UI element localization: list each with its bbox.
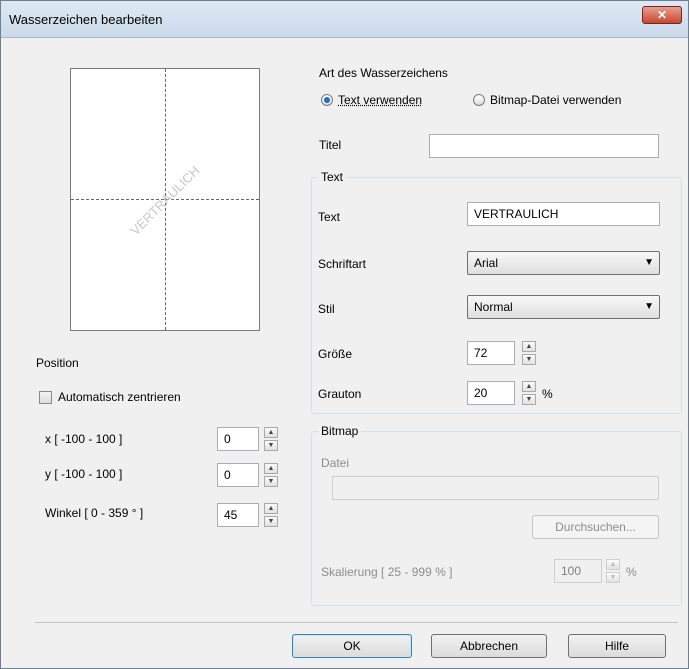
gray-label: Grauton <box>318 387 362 401</box>
angle-spinner[interactable]: ▲ ▼ <box>264 503 278 527</box>
radio-use-text[interactable] <box>321 94 333 106</box>
auto-center-label[interactable]: Automatisch zentrieren <box>58 390 181 404</box>
spin-up-icon[interactable]: ▲ <box>522 381 536 392</box>
position-heading: Position <box>36 356 79 370</box>
y-spinner[interactable]: ▲ ▼ <box>264 463 278 487</box>
spin-down-icon[interactable]: ▼ <box>264 516 278 527</box>
font-select[interactable]: Arial ▼ <box>467 251 660 275</box>
font-select-value: Arial <box>474 256 499 270</box>
window-title: Wasserzeichen bearbeiten <box>9 12 163 27</box>
scale-label: Skalierung [ 25 - 999 % ] <box>321 565 453 579</box>
watermark-type-heading: Art des Wasserzeichens <box>319 66 448 80</box>
file-label: Datei <box>321 456 350 470</box>
cancel-button[interactable]: Abbrechen <box>431 634 547 658</box>
spin-down-icon[interactable]: ▼ <box>264 476 278 487</box>
spin-down-icon[interactable]: ▼ <box>522 354 536 365</box>
title-label: Titel <box>319 138 342 152</box>
close-icon: ✕ <box>656 8 668 22</box>
dropdown-arrow-icon: ▼ <box>644 257 654 268</box>
spin-up-icon[interactable]: ▲ <box>264 503 278 514</box>
radio-use-bitmap-label[interactable]: Bitmap-Datei verwenden <box>490 93 621 107</box>
text-input[interactable]: VERTRAULICH <box>467 202 660 226</box>
radio-use-bitmap[interactable] <box>473 94 485 106</box>
scale-spinner[interactable]: ▲ ▼ <box>606 559 620 583</box>
text-group-legend: Text <box>318 170 347 184</box>
watermark-preview: VERTRAULICH <box>70 68 260 331</box>
y-label: y [ -100 - 100 ] <box>45 467 123 481</box>
title-bar: Wasserzeichen bearbeiten ✕ <box>1 1 688 38</box>
spin-up-icon[interactable]: ▲ <box>264 463 278 474</box>
style-select[interactable]: Normal ▼ <box>467 295 660 319</box>
gray-spinner[interactable]: ▲ ▼ <box>522 381 536 405</box>
spin-down-icon[interactable]: ▼ <box>522 394 536 405</box>
gray-unit: % <box>542 387 553 401</box>
browse-button[interactable]: Durchsuchen... <box>532 515 659 539</box>
bitmap-group-legend: Bitmap <box>318 424 362 438</box>
x-spinner[interactable]: ▲ ▼ <box>264 427 278 451</box>
auto-center-checkbox[interactable] <box>39 391 52 404</box>
style-label: Stil <box>318 302 335 316</box>
spin-down-icon[interactable]: ▼ <box>606 572 620 583</box>
x-input[interactable]: 0 <box>217 427 259 451</box>
y-input[interactable]: 0 <box>217 463 259 487</box>
size-label: Größe <box>318 347 353 361</box>
title-input[interactable] <box>429 134 659 158</box>
angle-input[interactable]: 45 <box>217 503 259 527</box>
angle-label: Winkel [ 0 - 359 ° ] <box>45 506 144 520</box>
scale-input[interactable]: 100 <box>554 559 602 583</box>
dialog-window: Wasserzeichen bearbeiten ✕ VERTRAULICH A… <box>0 0 689 669</box>
file-input[interactable] <box>332 476 659 500</box>
gray-input[interactable]: 20 <box>467 381 515 405</box>
text-label: Text <box>318 210 341 224</box>
x-label: x [ -100 - 100 ] <box>45 432 123 446</box>
size-input[interactable]: 72 <box>467 341 515 365</box>
radio-use-text-label[interactable]: Text verwenden <box>338 93 422 107</box>
close-button[interactable]: ✕ <box>642 6 682 24</box>
size-spinner[interactable]: ▲ ▼ <box>522 341 536 365</box>
spin-up-icon[interactable]: ▲ <box>264 427 278 438</box>
font-label: Schriftart <box>318 257 367 271</box>
scale-unit: % <box>626 565 637 579</box>
spin-up-icon[interactable]: ▲ <box>522 341 536 352</box>
style-select-value: Normal <box>474 300 513 314</box>
help-button[interactable]: Hilfe <box>568 634 666 658</box>
spin-down-icon[interactable]: ▼ <box>264 440 278 451</box>
ok-button[interactable]: OK <box>292 634 412 658</box>
footer-separator <box>35 622 678 623</box>
spin-up-icon[interactable]: ▲ <box>606 559 620 570</box>
dropdown-arrow-icon: ▼ <box>644 301 654 312</box>
